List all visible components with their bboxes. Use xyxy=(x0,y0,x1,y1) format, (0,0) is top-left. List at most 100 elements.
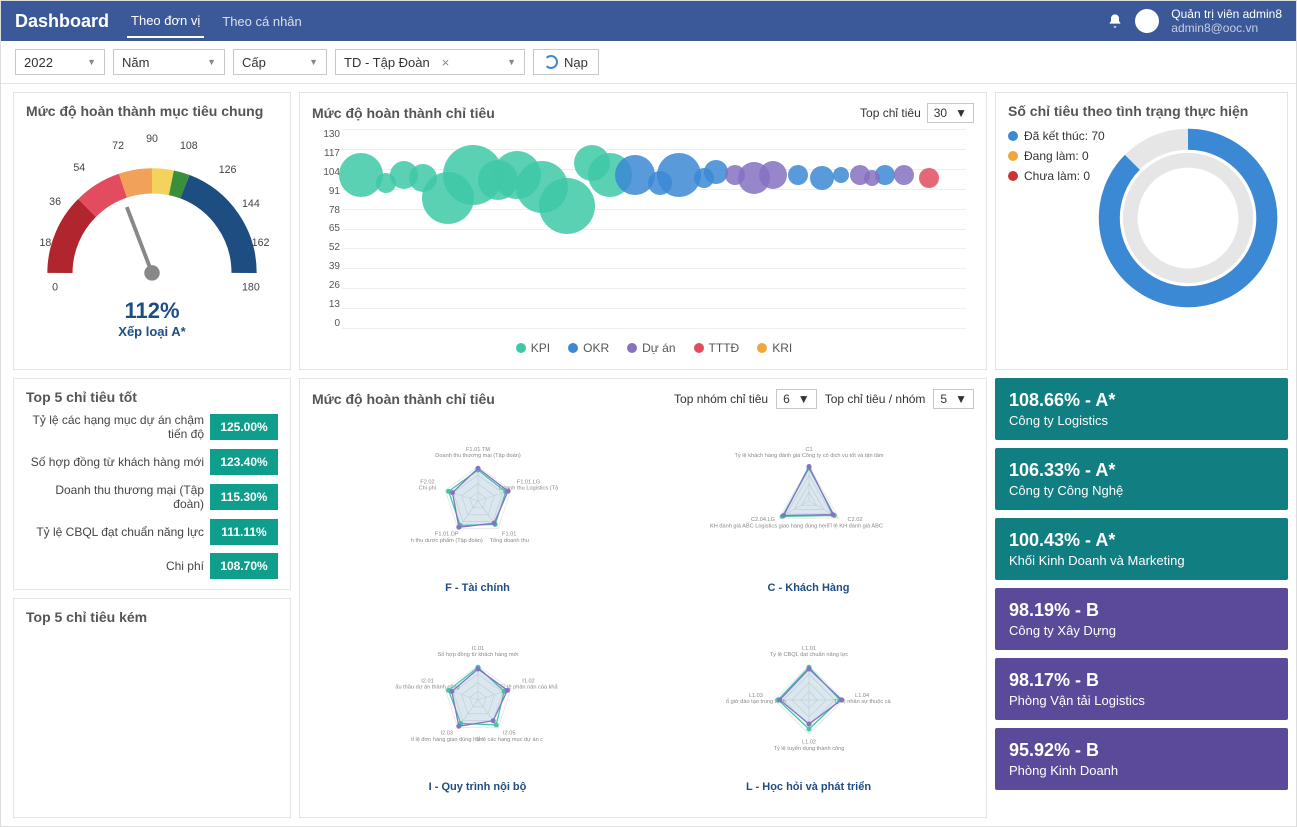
gauge-panel: Mức độ hoàn thành mục tiêu chung 0 xyxy=(13,92,291,370)
unit-card[interactable]: 108.66% - A*Công ty Logistics xyxy=(995,378,1288,440)
bubble-title: Mức độ hoàn thành chỉ tiêu xyxy=(312,105,495,121)
svg-text:Chi phí: Chi phí xyxy=(418,485,436,491)
svg-text:I2.03: I2.03 xyxy=(440,730,452,736)
svg-text:144: 144 xyxy=(242,198,260,210)
user-block[interactable]: Quản trị viên admin8 admin8@ooc.vn xyxy=(1171,7,1282,35)
svg-text:54: 54 xyxy=(73,162,85,174)
svg-text:I2.01: I2.01 xyxy=(421,678,433,684)
legend-item[interactable]: KRI xyxy=(757,341,792,355)
svg-text:Tỷ lệ khách hàng đánh giá Công: Tỷ lệ khách hàng đánh giá Công ty có dịc… xyxy=(734,452,883,459)
year-select[interactable]: 2022▼ xyxy=(15,49,105,75)
radar-category: F - Tài chính xyxy=(445,582,510,594)
bubble-point[interactable] xyxy=(810,166,834,190)
legend-item[interactable]: KPI xyxy=(516,341,550,355)
app-header: Dashboard Theo đơn vị Theo cá nhân Quản … xyxy=(1,1,1296,41)
reload-button[interactable]: Nạp xyxy=(533,49,599,75)
unit-card[interactable]: 98.17% - BPhòng Vận tải Logistics xyxy=(995,658,1288,720)
svg-text:L1.04: L1.04 xyxy=(855,692,869,698)
svg-text:L1.03: L1.03 xyxy=(748,692,762,698)
bubble-point[interactable] xyxy=(894,165,914,185)
svg-text:I1.01: I1.01 xyxy=(471,645,483,651)
period-select[interactable]: Năm▼ xyxy=(113,49,225,75)
radar-title: Mức độ hoàn thành chỉ tiêu xyxy=(312,391,495,407)
refresh-icon xyxy=(544,55,558,69)
unit-select[interactable]: TD - Tập Đoàn×▼ xyxy=(335,49,525,75)
svg-text:F1.01.LG: F1.01.LG xyxy=(516,479,539,485)
svg-text:L1.01: L1.01 xyxy=(801,645,815,651)
user-avatar[interactable] xyxy=(1135,9,1159,33)
top5-row: Doanh thu thương mại (Tập đoàn)115.30% xyxy=(26,483,278,511)
bell-icon[interactable] xyxy=(1107,13,1123,29)
svg-text:F1.01.TM: F1.01.TM xyxy=(465,446,489,452)
donut-panel: Số chỉ tiêu theo tình trạng thực hiện Đã… xyxy=(995,92,1288,370)
bubble-panel: Mức độ hoàn thành chỉ tiêu Top chỉ tiêu … xyxy=(299,92,987,370)
top5-row: Tỷ lệ CBQL đạt chuẩn năng lực111.11% xyxy=(26,519,278,545)
svg-text:I1.02: I1.02 xyxy=(522,678,534,684)
top5-good-title: Top 5 chỉ tiêu tốt xyxy=(26,389,278,405)
svg-text:Tỉ lệ KH đánh giá ABC Logistic: Tỉ lệ KH đánh giá ABC Logistics giao hàn… xyxy=(709,522,828,529)
radar-category: I - Quy trình nội bộ xyxy=(429,781,527,793)
svg-text:C1: C1 xyxy=(805,446,812,452)
donut-legend-item: Đã kết thúc: 70 xyxy=(1008,129,1105,143)
svg-text:Số hợp đồng từ khách hàng mới: Số hợp đồng từ khách hàng mới xyxy=(437,652,518,658)
bubble-point[interactable] xyxy=(919,168,939,188)
tab-by-unit[interactable]: Theo đơn vị xyxy=(127,5,204,38)
svg-text:Tỉ lệ các hạng mục dự án c: Tỉ lệ các hạng mục dự án c xyxy=(475,735,543,742)
unit-card[interactable]: 100.43% - A*Khối Kinh Doanh và Marketing xyxy=(995,518,1288,580)
svg-text:Tỷ lệ tuyển dụng thành công: Tỷ lệ tuyển dụng thành công xyxy=(773,744,844,751)
radar-category: C - Khách Hàng xyxy=(768,582,850,594)
bubble-point[interactable] xyxy=(864,170,880,186)
svg-text:Tỷ lệ CBQL đạt chuẩn năng lực: Tỷ lệ CBQL đạt chuẩn năng lực xyxy=(769,651,848,658)
bubble-point[interactable] xyxy=(833,167,849,183)
svg-text:F1.01: F1.01 xyxy=(502,531,516,537)
top5-bad-panel: Top 5 chỉ tiêu kém xyxy=(13,598,291,818)
donut-legend-item: Chưa làm: 0 xyxy=(1008,169,1105,183)
content: Mức độ hoàn thành mục tiêu chung 0 xyxy=(1,84,1296,826)
legend-item[interactable]: OKR xyxy=(568,341,609,355)
unit-cards: 108.66% - A*Công ty Logistics 106.33% - A… xyxy=(995,378,1288,818)
chevron-down-icon: ▼ xyxy=(507,57,516,67)
bubble-chart: 130117104917865523926130 KPIOKRDự ánTTTĐ… xyxy=(312,129,974,359)
svg-text:F2.02: F2.02 xyxy=(420,479,434,485)
legend-item[interactable]: Dự án xyxy=(627,341,675,355)
clear-icon[interactable]: × xyxy=(442,55,450,70)
top5-row: Chi phí108.70% xyxy=(26,553,278,579)
donut-legend-item: Đang làm: 0 xyxy=(1008,149,1105,163)
radar-chart: F1.01.TMDoanh thu thương mại (Tập đoàn)F… xyxy=(312,409,643,608)
bubble-point[interactable] xyxy=(759,161,787,189)
bubble-point[interactable] xyxy=(339,153,383,197)
gauge-rating: Xếp loại A* xyxy=(26,324,278,339)
radar-category: L - Học hỏi và phát triển xyxy=(746,781,871,793)
svg-text:I2.05: I2.05 xyxy=(502,730,514,736)
unit-card[interactable]: 98.19% - BCông ty Xây Dựng xyxy=(995,588,1288,650)
svg-text:L1.02: L1.02 xyxy=(801,739,815,745)
chevron-down-icon: ▼ xyxy=(309,57,318,67)
gauge-value: 112% xyxy=(26,298,278,324)
radar-per-select[interactable]: 5▼ xyxy=(933,389,974,409)
bubble-point[interactable] xyxy=(788,165,808,185)
svg-text:Tỉ lệ KH đánh giá ABC: Tỉ lệ KH đánh giá ABC xyxy=(827,522,883,529)
gauge-title: Mức độ hoàn thành mục tiêu chung xyxy=(26,103,278,119)
radar-group-select[interactable]: 6▼ xyxy=(776,389,817,409)
tab-by-person[interactable]: Theo cá nhân xyxy=(218,6,306,37)
level-select[interactable]: Cấp▼ xyxy=(233,49,327,75)
legend-item[interactable]: TTTĐ xyxy=(694,341,740,355)
svg-text:180: 180 xyxy=(242,281,260,293)
top5-bad-title: Top 5 chỉ tiêu kém xyxy=(26,609,278,625)
bubble-top-label: Top chỉ tiêu xyxy=(860,106,921,120)
radar-chart: L1.01Tỷ lệ CBQL đạt chuẩn năng lực L1.04 T… xyxy=(643,608,974,807)
user-email: admin8@ooc.vn xyxy=(1171,21,1282,35)
svg-text:h thu dược phẩm (Tập đoàn): h thu dược phẩm (Tập đoàn) xyxy=(410,536,482,543)
top5-good-panel: Top 5 chỉ tiêu tốt Tỷ lệ các hạng mục dự… xyxy=(13,378,291,590)
svg-text:126: 126 xyxy=(219,164,237,176)
bubble-top-select[interactable]: 30▼ xyxy=(927,103,974,123)
unit-card[interactable]: 106.33% - A*Công ty Công Nghệ xyxy=(995,448,1288,510)
svg-text:108: 108 xyxy=(180,140,198,152)
svg-text:162: 162 xyxy=(252,237,270,249)
svg-text:F1.01.DP: F1.01.DP xyxy=(434,531,458,537)
chevron-down-icon: ▼ xyxy=(87,57,96,67)
radar-chart: C1Tỷ lệ khách hàng đánh giá Công ty có d… xyxy=(643,409,974,608)
bubble-point[interactable] xyxy=(539,178,595,234)
chevron-down-icon: ▼ xyxy=(207,57,216,67)
unit-card[interactable]: 95.92% - BPhòng Kinh Doanh xyxy=(995,728,1288,790)
